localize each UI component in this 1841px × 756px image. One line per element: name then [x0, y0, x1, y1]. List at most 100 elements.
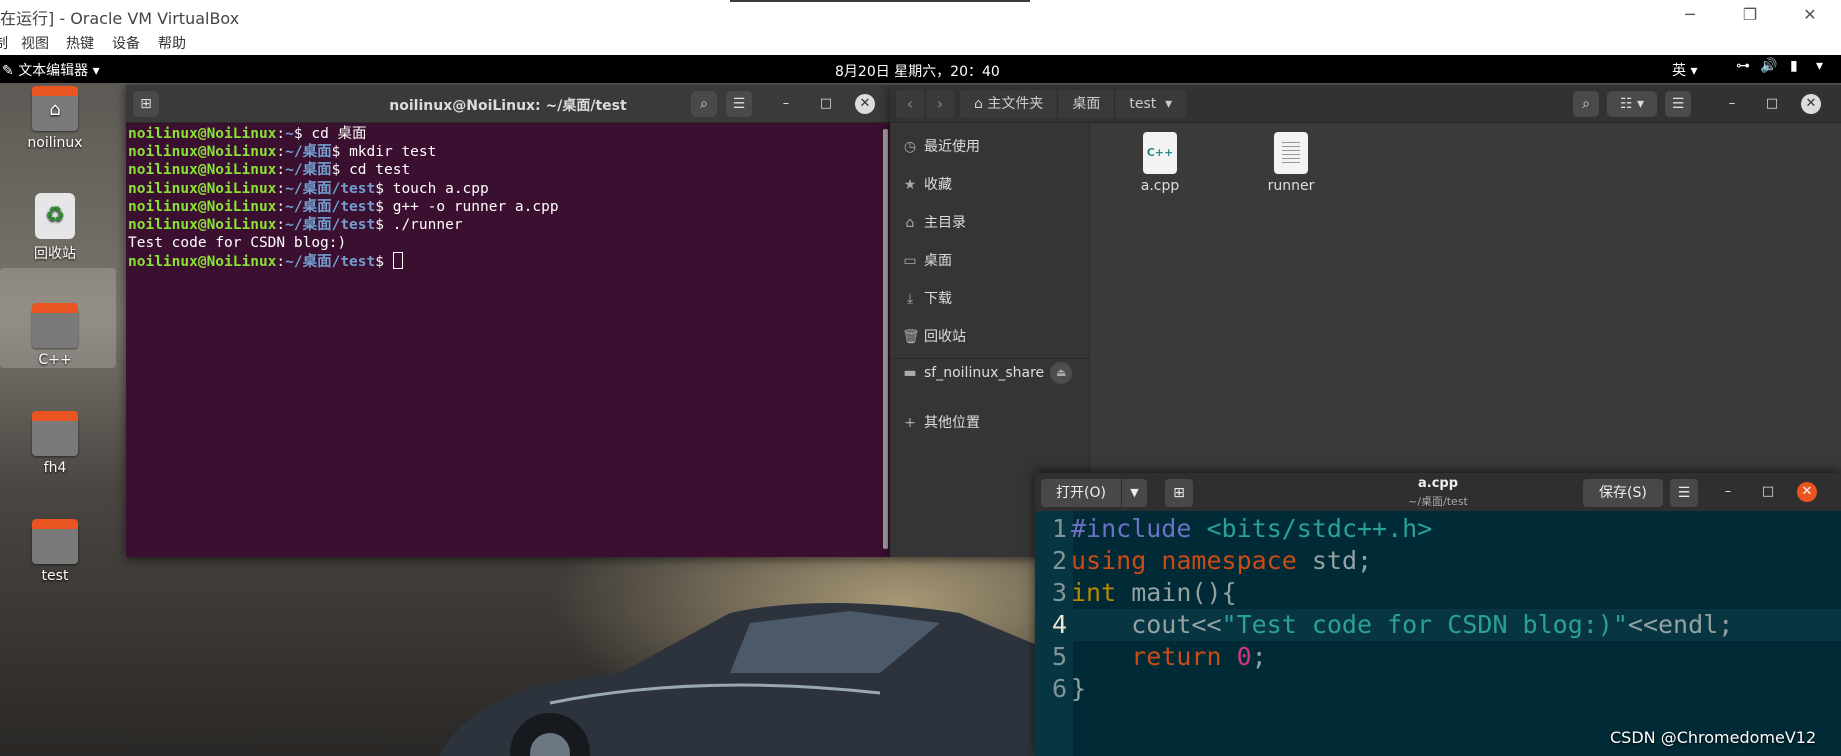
drive-icon: ▬ — [903, 365, 917, 381]
home-icon: ⌂ — [905, 215, 915, 231]
search-icon[interactable]: ⌕ — [1573, 91, 1599, 117]
clock-icon: ◷ — [903, 139, 917, 155]
home-icon: ⌂ — [974, 96, 988, 112]
save-button[interactable]: 保存(S) — [1583, 479, 1663, 507]
host-menu-view[interactable]: 视图 — [21, 33, 49, 53]
desktop-icon: ▭ — [903, 253, 917, 269]
editor-headerbar[interactable]: 打开(O) ▼ ⊞ a.cpp ~/桌面/test 保存(S) ☰ – □ ✕ — [1035, 473, 1841, 511]
hamburger-menu-icon[interactable]: ☰ — [726, 91, 752, 117]
code-text: using namespace std; — [1071, 546, 1373, 575]
text-editor-window[interactable]: 打开(O) ▼ ⊞ a.cpp ~/桌面/test 保存(S) ☰ – □ ✕ … — [1035, 473, 1841, 756]
trash-icon: 🗑 — [902, 329, 920, 345]
code-line-current: 4 cout<<"Test code for CSDN blog:)"<<end… — [1035, 609, 1841, 641]
code-view[interactable]: 1 #include <bits/stdc++.h> 2 using namespa… — [1035, 511, 1841, 756]
code-line: 5 return 0; — [1035, 641, 1841, 673]
app-menu-label: 文本编辑器 ▾ — [18, 63, 100, 79]
breadcrumb: ⌂ 主文件夹 桌面 test ▾ — [960, 90, 1187, 118]
close-icon[interactable]: ✕ — [1797, 482, 1817, 502]
network-icon[interactable]: ⊶ — [1736, 58, 1750, 74]
terminal-line: noilinux@NoiLinux:~$ cd 桌面 — [128, 126, 367, 142]
terminal-line: noilinux@NoiLinux:~/桌面/test$ g++ -o runn… — [128, 198, 559, 215]
host-close-button[interactable]: ✕ — [1790, 2, 1830, 28]
breadcrumb-test[interactable]: test ▾ — [1115, 90, 1186, 118]
binary-file-icon — [1274, 132, 1308, 174]
terminal-headerbar[interactable]: ⊞ noilinux@NoiLinux: ~/桌面/test ⌕ ☰ – □ ✕ — [126, 85, 890, 123]
line-number: 4 — [1051, 610, 1067, 639]
eject-icon[interactable]: ⏏ — [1050, 362, 1073, 384]
terminal-scrollbar[interactable] — [883, 129, 888, 549]
menu-arrow-icon[interactable]: ▾ — [1816, 58, 1823, 74]
search-icon[interactable]: ⌕ — [691, 91, 717, 117]
sidebar-item-home[interactable]: ⌂ 主目录 — [902, 212, 966, 232]
sidebar-item-recent[interactable]: ◷ 最近使用 — [902, 136, 980, 156]
host-menubar: 制 视图 热键 设备 帮助 — [0, 30, 1841, 55]
desktop-icon-label: noilinux — [27, 135, 83, 151]
folder-icon — [32, 303, 78, 348]
maximize-icon[interactable]: □ — [816, 94, 836, 114]
volume-icon[interactable]: 🔊 — [1760, 58, 1777, 74]
chevron-down-icon: ▾ — [1156, 96, 1173, 112]
terminal-line: noilinux@NoiLinux:~/桌面$ mkdir test — [128, 144, 437, 161]
terminal-prompt: noilinux@NoiLinux:~/桌面/test$ — [128, 252, 888, 271]
code-text: } — [1071, 674, 1087, 703]
host-menu-hotkeys[interactable]: 热键 — [66, 33, 94, 53]
breadcrumb-home[interactable]: ⌂ 主文件夹 — [960, 90, 1059, 118]
host-menu-devices[interactable]: 设备 — [112, 33, 140, 53]
clock[interactable]: 8月20日 星期六，20：40 — [835, 61, 1000, 81]
host-restore-button[interactable]: ❐ — [1730, 2, 1770, 28]
desktop-icon-label: 回收站 — [34, 246, 76, 262]
desktop-icon-noilinux[interactable]: ⌂ noilinux — [20, 86, 90, 151]
desktop-icon-test[interactable]: test — [20, 519, 90, 584]
sidebar-item-other-locations[interactable]: + 其他位置 — [902, 412, 980, 432]
file-name: runner — [1267, 178, 1315, 194]
app-menu[interactable]: ✎ 文本编辑器 ▾ — [2, 60, 100, 80]
line-number: 5 — [1051, 642, 1067, 671]
folder-icon — [32, 519, 78, 564]
line-number: 6 — [1051, 674, 1067, 703]
hamburger-menu-icon[interactable]: ☰ — [1670, 479, 1698, 507]
host-window-title: 在运行] - Oracle VM VirtualBox — [0, 9, 240, 28]
sidebar-item-downloads[interactable]: ⤓ 下载 — [902, 288, 952, 308]
top-panel: ✎ 文本编辑器 ▾ 8月20日 星期六，20：40 英 ▾ ⊶ 🔊 ▮ ▾ — [0, 55, 1841, 83]
desktop-icon-label: test — [41, 568, 69, 584]
code-text: cout<<"Test code for CSDN blog:)"<<endl; — [1071, 610, 1734, 639]
files-headerbar[interactable]: ‹ › ⌂ 主文件夹 桌面 test ▾ ⌕ ☷ ▾ ☰ – □ ✕ — [890, 85, 1841, 123]
forward-arrow-icon[interactable]: › — [926, 90, 954, 118]
hamburger-menu-icon[interactable]: ☰ — [1665, 91, 1691, 117]
file-item-runner[interactable]: runner — [1251, 132, 1331, 194]
code-line: 1 #include <bits/stdc++.h> — [1035, 513, 1841, 545]
breadcrumb-desktop[interactable]: 桌面 — [1058, 90, 1116, 118]
maximize-icon[interactable]: □ — [1762, 94, 1782, 114]
back-arrow-icon[interactable]: ‹ — [896, 90, 924, 118]
host-menu-help[interactable]: 帮助 — [158, 33, 186, 53]
sidebar-item-starred[interactable]: ★ 收藏 — [902, 174, 952, 194]
trash-icon: ♻ — [35, 193, 75, 239]
close-icon[interactable]: ✕ — [1801, 94, 1821, 114]
desktop-icon-fh4[interactable]: fh4 — [20, 411, 90, 476]
terminal-output[interactable]: noilinux@NoiLinux:~$ cd 桌面 noilinux@NoiL… — [126, 123, 890, 274]
minimize-icon[interactable]: – — [776, 94, 796, 114]
host-menu-control[interactable]: 制 — [0, 33, 8, 53]
desktop-icon-trash[interactable]: ♻ 回收站 — [20, 193, 90, 263]
watermark: CSDN @ChromedomeV12 — [1610, 728, 1817, 747]
car-wallpaper — [440, 603, 1097, 756]
sidebar-item-desktop[interactable]: ▭ 桌面 — [902, 250, 952, 270]
terminal-line: noilinux@NoiLinux:~/桌面/test$ touch a.cpp — [128, 180, 489, 197]
sidebar-item-share[interactable]: ▬ sf_noilinux_share ⏏ — [902, 362, 1073, 384]
close-icon[interactable]: ✕ — [855, 94, 875, 114]
sidebar-item-trash[interactable]: 🗑 回收站 — [902, 326, 966, 346]
desktop-icon-cpp[interactable]: C++ — [20, 303, 90, 368]
view-options-icon[interactable]: ☷ ▾ — [1607, 91, 1657, 117]
terminal-window[interactable]: ⊞ noilinux@NoiLinux: ~/桌面/test ⌕ ☰ – □ ✕… — [126, 85, 890, 557]
code-text: return 0; — [1131, 642, 1267, 671]
maximize-icon[interactable]: □ — [1758, 482, 1778, 502]
host-minimize-button[interactable]: ─ — [1670, 2, 1710, 28]
host-scroll-indicator — [730, 0, 1030, 2]
minimize-icon[interactable]: – — [1722, 94, 1742, 114]
minimize-icon[interactable]: – — [1718, 482, 1738, 502]
code-text: int main(){ — [1071, 578, 1237, 607]
download-icon: ⤓ — [906, 291, 914, 307]
battery-icon[interactable]: ▮ — [1790, 58, 1798, 74]
file-item-a-cpp[interactable]: C++ a.cpp — [1120, 132, 1200, 194]
input-method-indicator[interactable]: 英 ▾ — [1672, 60, 1697, 80]
